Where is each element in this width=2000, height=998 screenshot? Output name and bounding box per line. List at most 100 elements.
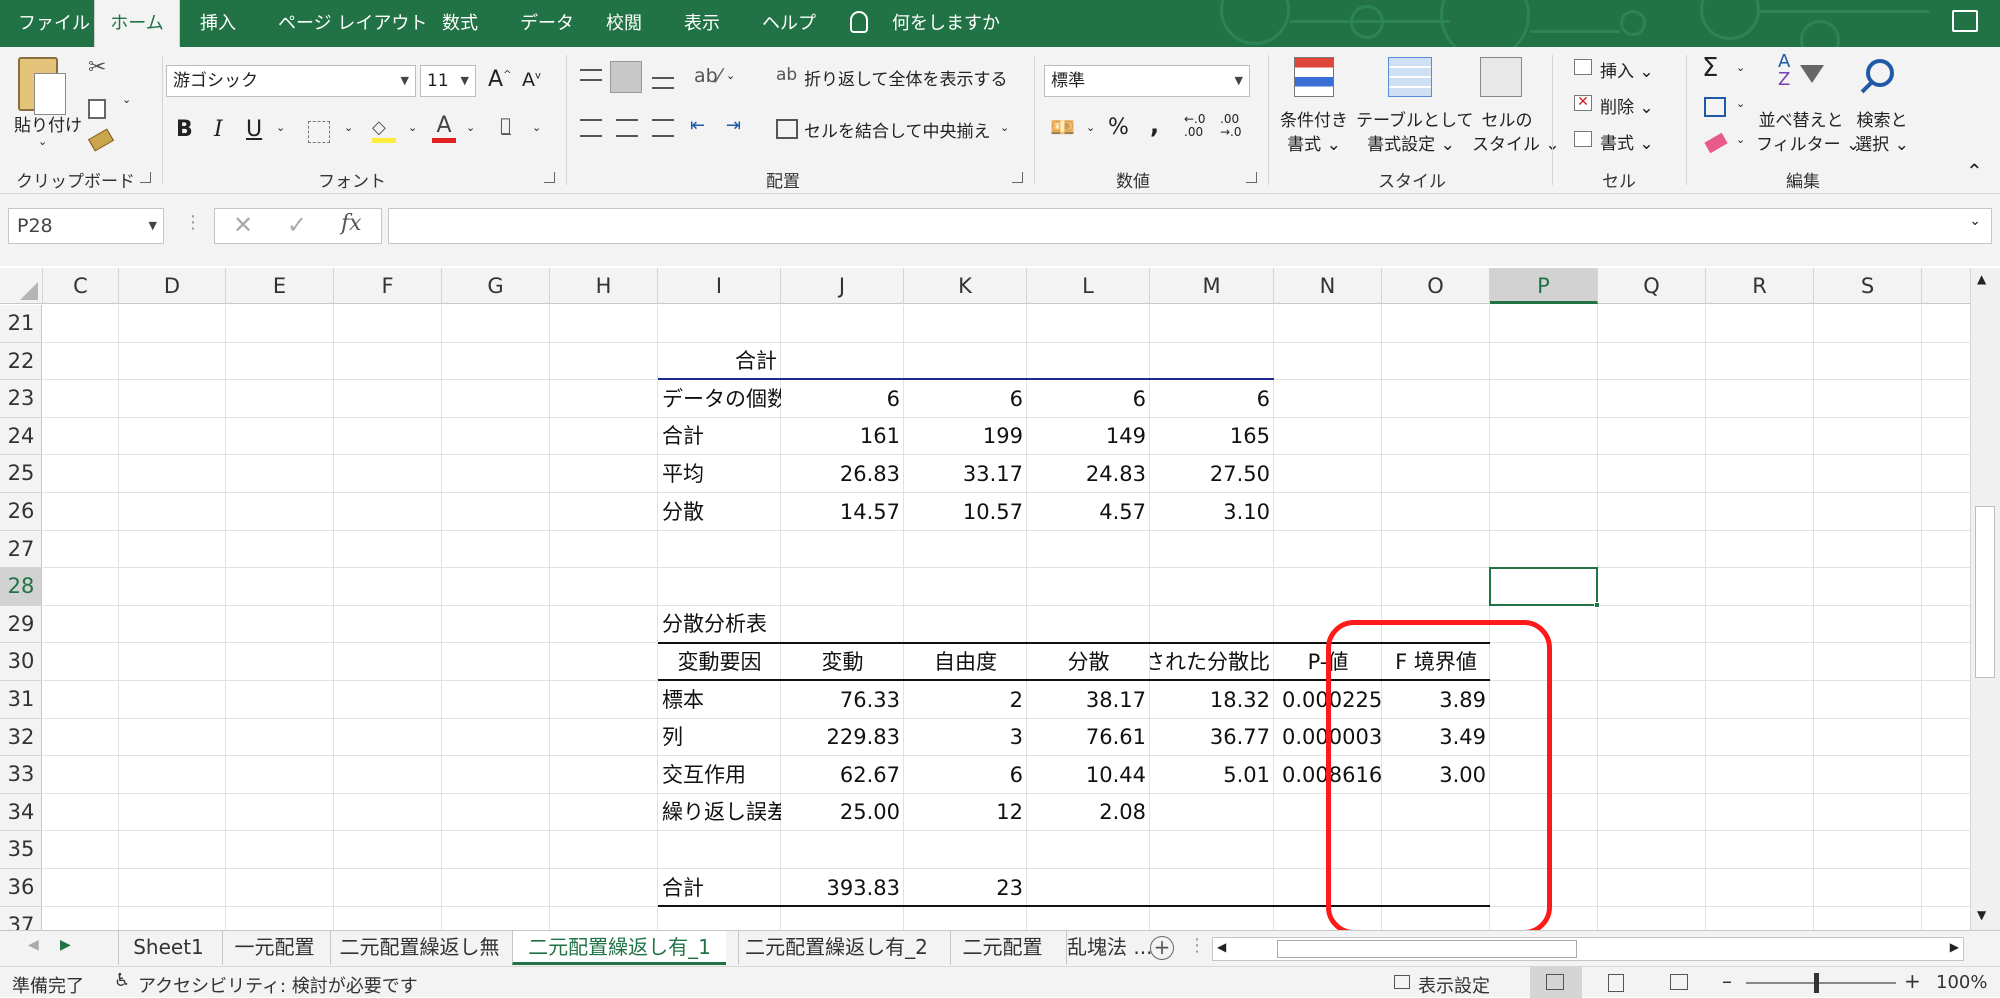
row-header-21[interactable]: 21 <box>0 305 41 343</box>
column-header-N[interactable]: N <box>1274 268 1382 304</box>
format-cells-icon[interactable] <box>1574 131 1592 147</box>
table1-value[interactable]: 6 <box>781 381 904 417</box>
anova-value[interactable]: 2 <box>904 682 1027 718</box>
sheet-tab[interactable]: 二元配置繰返し有_1 <box>512 931 726 965</box>
decrease-font-icon[interactable]: Av <box>522 69 541 91</box>
row-header-27[interactable]: 27 <box>0 531 41 569</box>
increase-font-icon[interactable]: A^ <box>488 67 511 92</box>
table1-value[interactable]: 6 <box>1027 381 1150 417</box>
table1-value[interactable]: 199 <box>904 418 1027 454</box>
clear-icon[interactable] <box>1704 132 1728 154</box>
sort-filter-button[interactable]: 並べ替えと フィルター ⌄ <box>1756 109 1860 157</box>
fill-dropdown-icon[interactable]: ⌄ <box>1736 97 1745 110</box>
selected-cell[interactable] <box>1489 567 1600 608</box>
font-color-icon[interactable]: A <box>432 113 456 143</box>
column-header-M[interactable]: M <box>1150 268 1274 304</box>
insert-cells-icon[interactable] <box>1574 59 1592 75</box>
table1-value[interactable]: 6 <box>1150 381 1274 417</box>
name-box[interactable]: P28 ▼ <box>8 208 164 244</box>
display-settings-button[interactable]: 表示設定 <box>1418 972 1490 998</box>
tab-data[interactable]: データ <box>520 0 574 47</box>
anova-value[interactable]: 393.83 <box>781 870 904 906</box>
row-header-23[interactable]: 23 <box>0 380 41 418</box>
sheet-tab[interactable]: Sheet1 <box>118 931 218 965</box>
column-header-E[interactable]: E <box>226 268 334 304</box>
row-header-24[interactable]: 24 <box>0 418 41 456</box>
horizontal-scrollbar[interactable]: ◀ ▶ <box>1212 937 1964 961</box>
delete-cells-icon[interactable]: ✕ <box>1574 95 1592 111</box>
fill-icon[interactable] <box>1704 97 1726 117</box>
anova-title[interactable]: 分散分析表 <box>658 606 781 642</box>
anova-value[interactable]: 76.61 <box>1027 719 1150 755</box>
new-sheet-icon[interactable]: + <box>1150 936 1174 960</box>
table1-value[interactable]: 14.57 <box>781 494 904 530</box>
column-header-O[interactable]: O <box>1382 268 1490 304</box>
table1-value[interactable]: 4.57 <box>1027 494 1150 530</box>
zoom-out-icon[interactable]: – <box>1722 969 1732 993</box>
anova-value[interactable]: 62.67 <box>781 757 904 793</box>
table1-row-label[interactable]: 分散 <box>658 494 781 530</box>
scroll-left-icon[interactable]: ◀ <box>1217 940 1226 954</box>
autosum-icon[interactable]: Σ <box>1702 53 1718 83</box>
cell-styles-button[interactable]: セルの スタイル ⌄ <box>1472 109 1560 157</box>
number-format-dropdown[interactable]: 標準 ▼ <box>1044 65 1250 97</box>
next-sheet-icon[interactable]: ▶ <box>60 937 71 953</box>
column-header-L[interactable]: L <box>1027 268 1150 304</box>
anova-value[interactable]: 3 <box>904 719 1027 755</box>
column-header-K[interactable]: K <box>904 268 1027 304</box>
expand-formula-icon[interactable]: ⌄ <box>1969 213 1981 229</box>
table1-value[interactable]: 24.83 <box>1027 456 1150 492</box>
sheet-tab[interactable]: 乱塊法 ... <box>1066 931 1152 965</box>
anova-row-label[interactable]: 合計 <box>658 870 781 906</box>
align-bottom-icon[interactable] <box>652 77 674 89</box>
underline-dropdown-icon[interactable]: ⌄ <box>276 121 285 134</box>
table1-row-label[interactable]: データの個数 <box>658 381 781 417</box>
row-header-34[interactable]: 34 <box>0 794 41 832</box>
scroll-down-icon[interactable]: ▼ <box>1977 908 1986 922</box>
row-header-29[interactable]: 29 <box>0 606 41 644</box>
tab-formulas[interactable]: 数式 <box>442 0 478 47</box>
increase-indent-icon[interactable]: ⇥ <box>726 115 741 136</box>
column-header-F[interactable]: F <box>334 268 442 304</box>
column-header-D[interactable]: D <box>119 268 226 304</box>
borders-icon[interactable] <box>308 121 330 143</box>
column-header-J[interactable]: J <box>781 268 904 304</box>
row-header-25[interactable]: 25 <box>0 455 41 493</box>
page-break-view-icon[interactable] <box>1670 974 1688 990</box>
select-all-corner[interactable] <box>0 268 43 304</box>
anova-value[interactable]: 2.08 <box>1027 794 1150 830</box>
table1-value[interactable]: 3.10 <box>1150 494 1274 530</box>
anova-row-label[interactable]: 列 <box>658 719 781 755</box>
table1-value[interactable]: 149 <box>1027 418 1150 454</box>
row-header-26[interactable]: 26 <box>0 493 41 531</box>
anova-header[interactable]: 変動 <box>781 644 904 680</box>
zoom-slider-thumb[interactable] <box>1814 973 1819 993</box>
find-select-button[interactable]: 検索と 選択 ⌄ <box>1852 109 1912 157</box>
paste-dropdown-icon[interactable]: ⌄ <box>38 135 47 148</box>
fill-dropdown-icon[interactable]: ⌄ <box>408 121 417 134</box>
align-middle-icon[interactable] <box>610 61 642 93</box>
prev-sheet-icon[interactable]: ◀ <box>28 937 39 953</box>
table1-value[interactable]: 165 <box>1150 418 1274 454</box>
phonetic-icon[interactable]: ア̲ <box>500 115 511 136</box>
column-header-G[interactable]: G <box>442 268 550 304</box>
cut-icon[interactable]: ✂ <box>88 55 106 80</box>
anova-value[interactable]: 10.44 <box>1027 757 1150 793</box>
autosum-dropdown-icon[interactable]: ⌄ <box>1736 61 1745 74</box>
percent-button[interactable]: % <box>1108 115 1129 140</box>
decrease-indent-icon[interactable]: ⇤ <box>690 115 705 136</box>
merge-icon[interactable] <box>776 119 798 139</box>
fill-handle[interactable] <box>1594 601 1600 608</box>
wrap-text-button[interactable]: 折り返して全体を表示する <box>804 65 1008 90</box>
format-as-table-icon[interactable] <box>1388 57 1432 97</box>
tell-me-search[interactable]: 何をしますか <box>892 0 1000 47</box>
anova-header[interactable]: 自由度 <box>904 644 1027 680</box>
paste-button[interactable]: 貼り付け <box>14 111 82 136</box>
table1-value[interactable]: 10.57 <box>904 494 1027 530</box>
font-size-dropdown[interactable]: 11 ▼ <box>420 65 476 97</box>
anova-row-label[interactable]: 繰り返し誤差 <box>658 794 781 830</box>
align-top-icon[interactable] <box>580 69 602 81</box>
anova-value[interactable]: 76.33 <box>781 682 904 718</box>
comments-icon[interactable] <box>1952 10 1978 32</box>
page-layout-view-icon[interactable] <box>1608 974 1624 992</box>
